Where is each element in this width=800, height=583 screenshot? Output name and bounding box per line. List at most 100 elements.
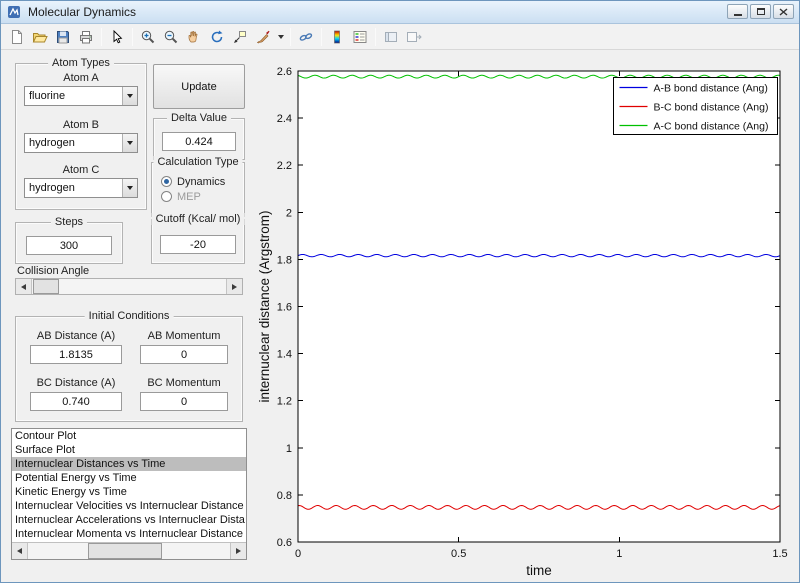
close-icon: [779, 7, 788, 16]
scrollbar-track[interactable]: [28, 543, 230, 559]
edit-arrow-icon: [113, 29, 123, 43]
list-item[interactable]: Contour Plot: [12, 429, 246, 443]
bc-momentum-input[interactable]: [140, 392, 228, 411]
initial-conditions-title: Initial Conditions: [84, 310, 174, 322]
insert-colorbar-button[interactable]: [326, 26, 348, 48]
ab-distance-input[interactable]: [30, 345, 122, 364]
radio-option-dynamics[interactable]: Dynamics: [161, 174, 240, 189]
list-item[interactable]: Kinetic Energy vs Time: [12, 485, 246, 499]
y-tick-label: 2.6: [277, 66, 292, 78]
atom-c-select[interactable]: hydrogen: [24, 178, 138, 198]
combo-value: fluorine: [29, 90, 66, 102]
combo-value: hydrogen: [29, 137, 75, 149]
link-plots-button[interactable]: [295, 26, 317, 48]
x-tick-label: 1.5: [772, 548, 787, 560]
atom-c-label: Atom C: [62, 164, 100, 176]
plot-area[interactable]: [298, 71, 780, 542]
collision-angle-slider[interactable]: [15, 278, 243, 295]
chevron-down-icon: [277, 34, 284, 39]
collision-angle-label: Collision Angle: [17, 265, 90, 277]
cutoff-panel: Cutoff (Kcal/ mol): [151, 213, 245, 264]
chevron-down-icon: [122, 87, 137, 105]
ab-distance-label: AB Distance (A): [36, 330, 116, 342]
zoom-out-button[interactable]: [160, 26, 182, 48]
hide-plot-tools-button[interactable]: [380, 26, 402, 48]
brush-dropdown-button[interactable]: [275, 26, 286, 48]
print-button[interactable]: [75, 26, 97, 48]
slider-track[interactable]: [32, 279, 226, 294]
y-tick-label: 2.4: [277, 113, 292, 125]
list-item[interactable]: Internuclear Velocities vs Internuclear …: [12, 499, 246, 513]
data-cursor-icon: [234, 30, 246, 43]
slider-right-arrow[interactable]: [226, 279, 242, 294]
new-file-button[interactable]: [6, 26, 28, 48]
open-folder-button[interactable]: [29, 26, 51, 48]
plot-svg: 0 0.5 1 1.5 0.6 0.8 1 1.2 1.4 1.6 1.8 2 2.2 2.4 2.6 tim…: [257, 66, 788, 578]
maximize-button[interactable]: [750, 4, 771, 19]
steps-title: Steps: [50, 216, 88, 228]
y-tick-label: 0.8: [277, 490, 292, 502]
radio-label: MEP: [177, 190, 201, 203]
ab-momentum-label: AB Momentum: [147, 330, 221, 342]
legend[interactable]: A-B bond distance (Ang) B-C bond distance…: [613, 77, 778, 135]
minimize-button[interactable]: [727, 4, 748, 19]
close-button[interactable]: [773, 4, 794, 19]
rotate-3d-button[interactable]: [206, 26, 228, 48]
y-tick-label: 2: [286, 207, 292, 219]
ab-momentum-input[interactable]: [140, 345, 228, 364]
data-cursor-button[interactable]: [229, 26, 251, 48]
brush-button[interactable]: [252, 26, 274, 48]
zoom-in-icon: [141, 30, 155, 43]
chevron-down-icon: [122, 179, 137, 197]
list-item[interactable]: Internuclear Momenta vs Internuclear Dis…: [12, 527, 246, 541]
scrollbar-thumb[interactable]: [88, 543, 162, 559]
cutoff-input[interactable]: [160, 235, 236, 254]
radio-option-mep[interactable]: MEP: [161, 189, 240, 204]
update-button[interactable]: Update: [153, 64, 245, 109]
steps-input[interactable]: [26, 236, 112, 255]
calculation-type-title: Calculation Type: [153, 156, 243, 168]
list-item[interactable]: Surface Plot: [12, 443, 246, 457]
atom-a-select[interactable]: fluorine: [24, 86, 138, 106]
chevron-right-icon: [232, 283, 237, 290]
steps-panel: Steps: [15, 216, 123, 264]
x-tick-label: 0: [295, 548, 301, 560]
brush-icon: [256, 30, 270, 43]
app-icon: [7, 4, 23, 20]
zoom-in-button[interactable]: [137, 26, 159, 48]
window-controls: [727, 4, 794, 19]
save-button[interactable]: [52, 26, 74, 48]
edit-plot-button[interactable]: [106, 26, 128, 48]
bc-distance-label: BC Distance (A): [36, 377, 116, 389]
pan-button[interactable]: [183, 26, 205, 48]
scroll-left-arrow[interactable]: [12, 543, 28, 559]
listbox-hscrollbar[interactable]: [12, 542, 246, 559]
toolbar-separator: [290, 27, 291, 46]
slider-left-arrow[interactable]: [16, 279, 32, 294]
bc-distance-input[interactable]: [30, 392, 122, 411]
toolbar-separator: [101, 27, 102, 46]
list-item[interactable]: Potential Energy vs Time: [12, 471, 246, 485]
insert-legend-button[interactable]: [349, 26, 371, 48]
y-tick-label: 1.2: [277, 396, 292, 408]
app-window: Molecular Dynamics Atom Types Atom A flu…: [0, 0, 800, 583]
y-tick-label: 1.8: [277, 254, 292, 266]
toolbar-separator: [132, 27, 133, 46]
list-item[interactable]: Internuclear Distances vs Time: [12, 457, 246, 471]
list-item[interactable]: Internuclear Accelerations vs Internucle…: [12, 513, 246, 527]
atom-a-label: Atom A: [63, 72, 99, 84]
delta-value-panel: Delta Value: [153, 112, 245, 160]
y-tick-label: 1.6: [277, 302, 292, 314]
toolbar-separator: [375, 27, 376, 46]
radio-icon[interactable]: [161, 176, 172, 187]
zoom-out-icon: [164, 30, 178, 43]
titlebar[interactable]: Molecular Dynamics: [1, 1, 799, 24]
delta-value-input[interactable]: [162, 132, 236, 151]
show-plot-tools-button[interactable]: [403, 26, 425, 48]
listbox-items: Contour Plot Surface Plot Internuclear Dis…: [12, 429, 246, 542]
radio-icon[interactable]: [161, 191, 172, 202]
atom-b-select[interactable]: hydrogen: [24, 133, 138, 153]
slider-thumb[interactable]: [33, 279, 59, 294]
scroll-right-arrow[interactable]: [230, 543, 246, 559]
chevron-down-icon: [122, 134, 137, 152]
